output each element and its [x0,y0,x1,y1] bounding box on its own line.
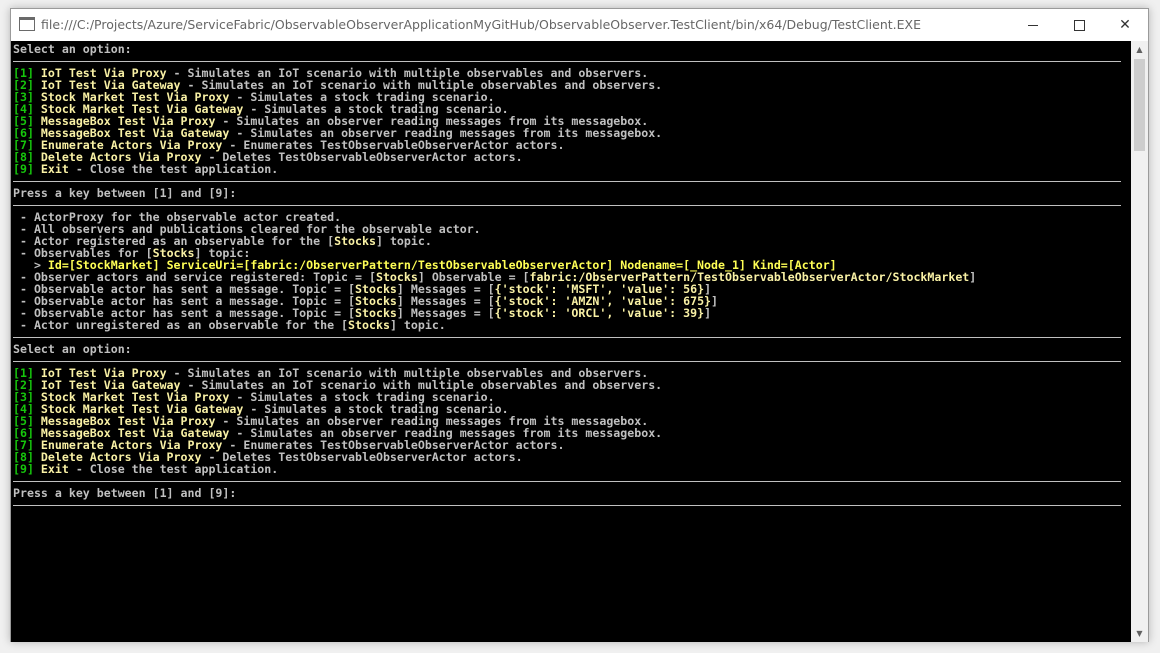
console-line: Select an option: [13,43,976,55]
console-separator [13,355,1122,367]
console-separator [13,175,1122,187]
console-text-segment: ] [969,270,977,284]
console-text-segment: ] topic. [389,318,446,332]
console-text-segment: - Close the test application. [68,162,279,176]
console-separator [13,55,1122,67]
console-separator [13,199,1122,211]
title-bar[interactable]: file:///C:/Projects/Azure/ServiceFabric/… [11,9,1148,41]
console-text-segment: - Actor unregistered as an observable fo… [13,318,349,332]
console-separator [13,499,1122,511]
console-text-segment: [9] [13,462,41,476]
scroll-down-arrow-icon[interactable]: ▼ [1131,625,1148,642]
console-separator [13,331,1122,343]
console-line: Press a key between [1] and [9]: [13,187,976,199]
console-text-segment: ] [711,294,719,308]
console-text-segment: ] [704,306,712,320]
console-output[interactable]: Select an option: [1] IoT Test Via Proxy … [11,41,1132,642]
console-text-segment: Press a key between [1] and [9]: [13,186,237,200]
console-text-segment: Exit [40,162,69,176]
console-line: [9] Exit - Close the test application. [13,463,976,475]
maximize-icon [1073,19,1085,31]
minimize-button[interactable] [1010,9,1056,41]
console-text-segment: Press a key between [1] and [9]: [13,486,237,500]
close-button[interactable]: ✕ [1102,9,1148,41]
console-text-segment: - Close the test application. [68,462,279,476]
console-line: - Actor unregistered as an observable fo… [13,319,976,331]
console-text-segment: {'stock': 'ORCL', 'value': 39} [494,306,705,320]
console-line: [9] Exit - Close the test application. [13,163,976,175]
console-text-segment: Select an option: [13,42,132,56]
console-lines: Select an option: [1] IoT Test Via Proxy … [13,43,1122,511]
console-text-segment: Stocks [334,234,376,248]
console-line: Select an option: [13,343,976,355]
maximize-button[interactable] [1056,9,1102,41]
console-text-segment: ] topic. [375,234,432,248]
scrollbar-thumb[interactable] [1134,59,1145,151]
console-line: Press a key between [1] and [9]: [13,487,976,499]
console-text-segment: [9] [13,162,41,176]
console-separator [13,475,1122,487]
minimize-icon [1028,24,1038,26]
vertical-scrollbar[interactable]: ▲ ▼ [1131,41,1148,642]
console-window: file:///C:/Projects/Azure/ServiceFabric/… [10,8,1149,642]
console-text-segment: Select an option: [13,342,132,356]
console-app-icon[interactable] [19,17,35,31]
scroll-up-arrow-icon[interactable]: ▲ [1131,41,1148,58]
close-icon: ✕ [1119,17,1131,33]
console-text-segment: Stocks [348,318,390,332]
window-title: file:///C:/Projects/Azure/ServiceFabric/… [41,17,921,32]
console-text-segment: Exit [40,462,69,476]
